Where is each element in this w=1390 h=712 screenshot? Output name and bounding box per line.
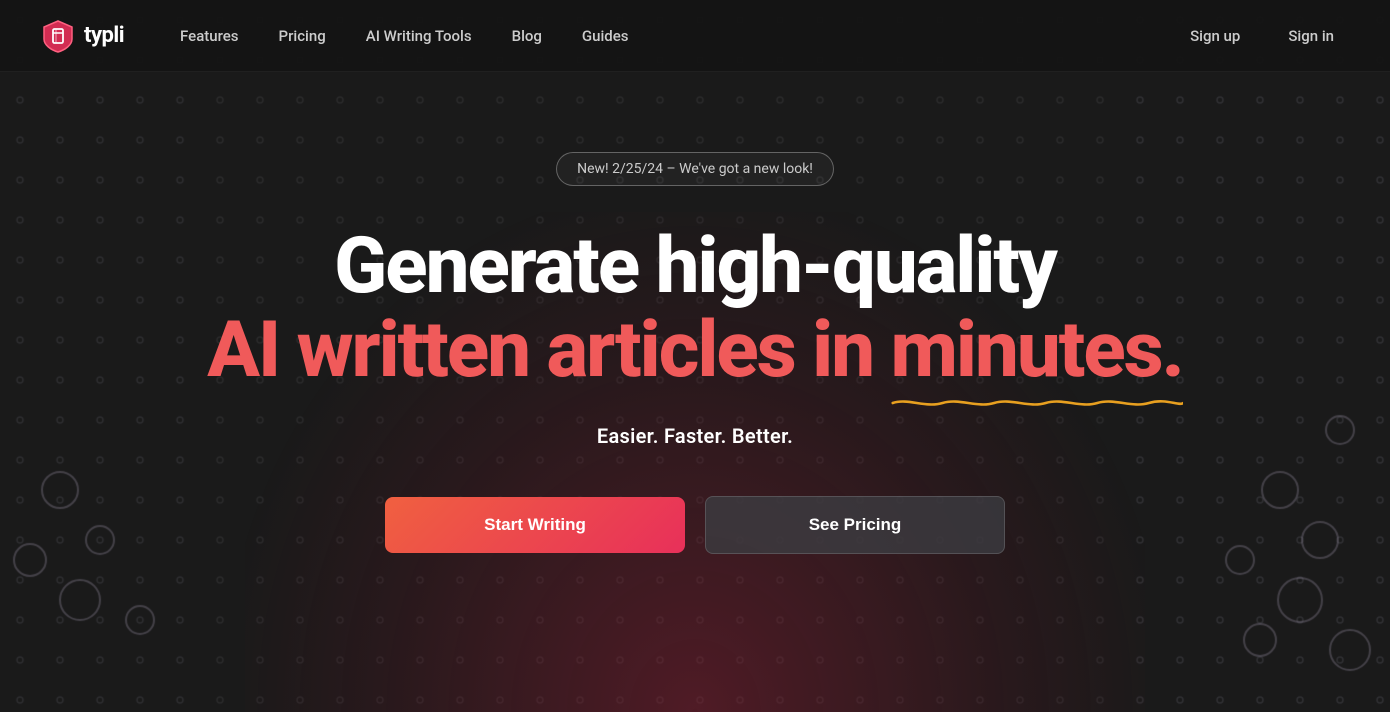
nav-links: Features Pricing AI Writing Tools Blog G… [164,19,1174,53]
nav-blog[interactable]: Blog [496,19,558,53]
hero-subheadline: Easier. Faster. Better. [597,424,793,448]
nav-pricing[interactable]: Pricing [263,19,342,53]
logo[interactable]: typli [40,18,124,54]
hero-headline: Generate high-quality AI written article… [207,226,1183,394]
underline-squiggle [891,394,1183,412]
signin-link[interactable]: Sign in [1272,19,1350,53]
brand-name: typli [84,23,124,48]
start-writing-button[interactable]: Start Writing [385,497,685,553]
nav-guides[interactable]: Guides [566,19,645,53]
headline-line2: AI written articles in minutes. [207,308,1183,394]
signup-link[interactable]: Sign up [1174,19,1256,53]
hero-section: New! 2/25/24 – We've got a new look! Gen… [0,72,1390,554]
nav-ai-writing-tools[interactable]: AI Writing Tools [350,19,488,53]
headline-line1: Generate high-quality [207,226,1183,308]
nav-actions: Sign up Sign in [1174,19,1350,53]
typli-logo-icon [40,18,76,54]
announcement-badge: New! 2/25/24 – We've got a new look! [556,152,834,186]
minutes-word: minutes. [891,308,1183,394]
announcement-text: New! 2/25/24 – We've got a new look! [577,161,813,177]
see-pricing-button[interactable]: See Pricing [705,496,1005,554]
navbar: typli Features Pricing AI Writing Tools … [0,0,1390,72]
nav-features[interactable]: Features [164,19,254,53]
cta-buttons: Start Writing See Pricing [385,496,1005,554]
